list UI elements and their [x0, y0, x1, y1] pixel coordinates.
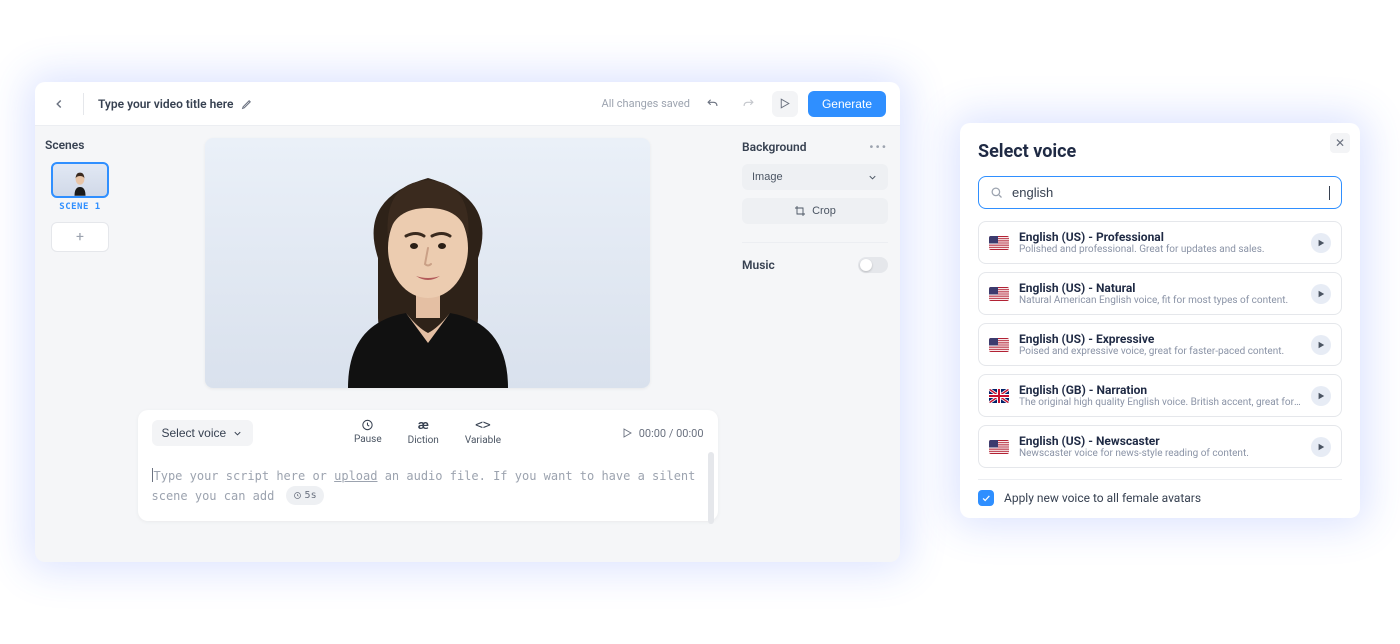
voice-option[interactable]: English (US) - NaturalNatural American E…	[978, 272, 1342, 315]
pencil-icon[interactable]	[241, 97, 254, 110]
scene-thumbnail-1[interactable]	[51, 162, 109, 198]
diction-icon: æ	[418, 418, 429, 433]
scene-label-1: SCENE 1	[45, 202, 115, 212]
voice-name: English (US) - Natural	[1019, 281, 1301, 295]
modal-title: Select voice	[978, 141, 1342, 162]
divider	[83, 93, 84, 115]
scenes-title: Scenes	[45, 138, 115, 152]
voice-name: English (US) - Expressive	[1019, 332, 1301, 346]
voice-name: English (US) - Professional	[1019, 230, 1301, 244]
voice-search-input[interactable]	[1012, 185, 1321, 200]
pause-tool[interactable]: Pause	[354, 418, 382, 446]
preview-voice-button[interactable]	[1311, 437, 1331, 457]
title-wrap: Type your video title here	[98, 97, 254, 111]
voice-name: English (US) - Newscaster	[1019, 434, 1301, 448]
crop-button[interactable]: Crop	[742, 198, 888, 224]
close-button[interactable]: ✕	[1330, 133, 1350, 153]
flag-icon	[989, 287, 1009, 301]
preview-button[interactable]	[772, 91, 798, 117]
voice-info: English (GB) - NarrationThe original hig…	[1019, 383, 1301, 408]
script-tools: Pause æ Diction <> Variable	[354, 418, 501, 446]
editor-body: Scenes SCENE 1 +	[35, 126, 900, 562]
back-button[interactable]	[49, 94, 69, 114]
add-scene-button[interactable]: +	[51, 222, 109, 252]
voice-desc: The original high quality English voice.…	[1019, 397, 1301, 408]
center-area: Select voice Pause æ Diction	[125, 126, 730, 562]
voice-info: English (US) - NewscasterNewscaster voic…	[1019, 434, 1301, 459]
flag-icon	[989, 440, 1009, 454]
voice-option[interactable]: English (US) - NewscasterNewscaster voic…	[978, 425, 1342, 468]
crop-label: Crop	[812, 205, 836, 217]
topbar: Type your video title here Avatar Text S…	[35, 82, 900, 126]
voice-info: English (US) - ProfessionalPolished and …	[1019, 230, 1301, 255]
more-icon[interactable]: •••	[869, 140, 888, 154]
voice-desc: Newscaster voice for news-style reading …	[1019, 448, 1301, 459]
select-voice-modal: ✕ Select voice English (US) - Profession…	[960, 123, 1360, 518]
redo-button[interactable]	[736, 91, 762, 117]
voice-name: English (GB) - Narration	[1019, 383, 1301, 397]
play-icon[interactable]	[621, 427, 633, 439]
voice-list: English (US) - ProfessionalPolished and …	[978, 221, 1342, 471]
scrollbar[interactable]	[708, 452, 714, 524]
diction-tool[interactable]: æ Diction	[408, 418, 439, 446]
canvas[interactable]	[205, 138, 650, 388]
crop-icon	[794, 205, 806, 217]
voice-option[interactable]: English (US) - ProfessionalPolished and …	[978, 221, 1342, 264]
script-textarea[interactable]: Type your script here or upload an audio…	[152, 466, 704, 507]
bg-select-value: Image	[752, 171, 783, 183]
scenes-sidebar: Scenes SCENE 1 +	[35, 126, 125, 562]
music-label: Music	[742, 258, 775, 272]
generate-button[interactable]: Generate	[808, 91, 886, 117]
voice-search[interactable]	[978, 176, 1342, 209]
flag-icon	[989, 338, 1009, 352]
background-title: Background	[742, 140, 806, 154]
script-playtime: 00:00 / 00:00	[621, 427, 704, 440]
background-header: Background •••	[742, 140, 888, 154]
variable-tool[interactable]: <> Variable	[465, 418, 501, 446]
apply-all-label: Apply new voice to all female avatars	[1004, 491, 1201, 505]
apply-all-checkbox[interactable]	[978, 490, 994, 506]
music-row: Music	[742, 242, 888, 273]
topbar-right: All changes saved Generate	[602, 91, 886, 117]
preview-voice-button[interactable]	[1311, 284, 1331, 304]
music-toggle[interactable]	[858, 257, 888, 273]
preview-voice-button[interactable]	[1311, 233, 1331, 253]
script-panel: Select voice Pause æ Diction	[138, 410, 718, 521]
flag-icon	[989, 236, 1009, 250]
preview-voice-button[interactable]	[1311, 335, 1331, 355]
video-title-input[interactable]: Type your video title here	[98, 97, 233, 111]
script-top: Select voice Pause æ Diction	[152, 420, 704, 446]
inspector-panel: Background ••• Image Crop Music	[730, 126, 900, 562]
clock-icon	[361, 418, 375, 432]
undo-button[interactable]	[700, 91, 726, 117]
voice-desc: Polished and professional. Great for upd…	[1019, 244, 1301, 255]
voice-desc: Poised and expressive voice, great for f…	[1019, 346, 1301, 357]
voice-option[interactable]: English (US) - ExpressivePoised and expr…	[978, 323, 1342, 366]
select-voice-label: Select voice	[162, 426, 227, 440]
voice-info: English (US) - NaturalNatural American E…	[1019, 281, 1301, 306]
voice-option[interactable]: English (GB) - NarrationThe original hig…	[978, 374, 1342, 417]
select-voice-button[interactable]: Select voice	[152, 420, 254, 446]
preview-voice-button[interactable]	[1311, 386, 1331, 406]
video-editor-window: Type your video title here Avatar Text S…	[35, 82, 900, 562]
code-icon: <>	[475, 418, 491, 433]
tool-label: Diction	[408, 435, 439, 446]
tool-label: Pause	[354, 434, 382, 445]
flag-icon	[989, 389, 1009, 403]
voice-desc: Natural American English voice, fit for …	[1019, 295, 1301, 306]
search-icon	[989, 185, 1004, 200]
background-type-select[interactable]: Image	[742, 164, 888, 190]
voice-info: English (US) - ExpressivePoised and expr…	[1019, 332, 1301, 357]
avatar-figure	[288, 138, 568, 388]
modal-footer: Apply new voice to all female avatars	[978, 479, 1342, 506]
tool-label: Variable	[465, 435, 501, 446]
time-readout: 00:00 / 00:00	[639, 427, 704, 440]
duration-pill: 5s	[286, 486, 324, 505]
save-status: All changes saved	[602, 97, 690, 110]
